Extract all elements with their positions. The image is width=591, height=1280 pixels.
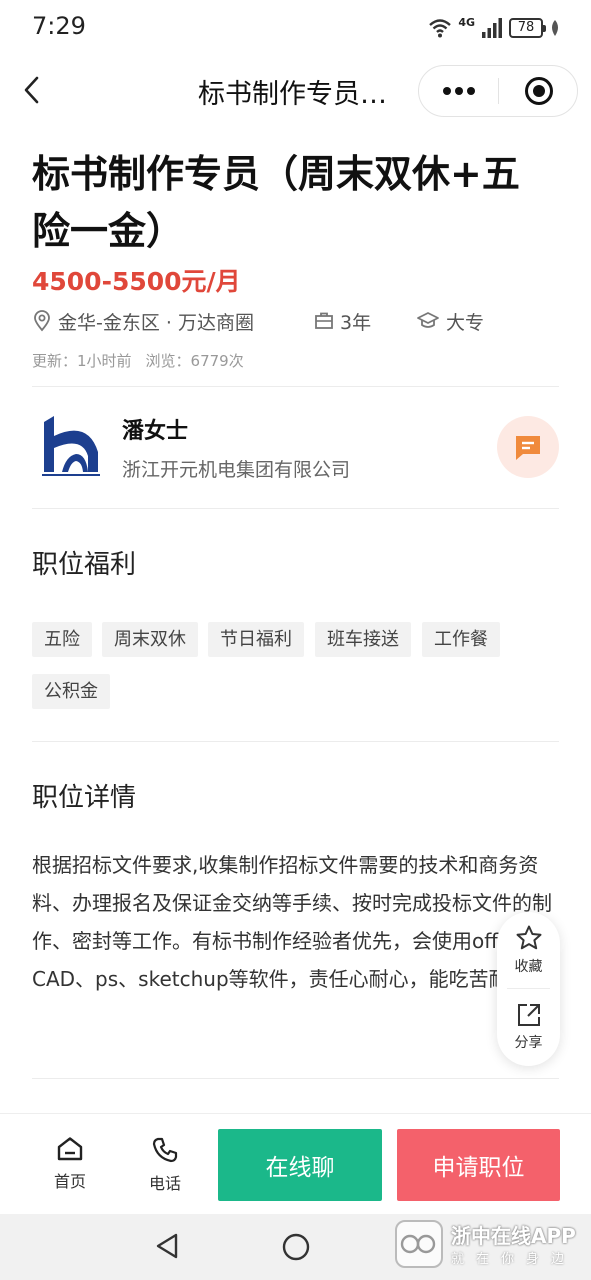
home-button[interactable]: 首页 (40, 1136, 100, 1192)
signal-icon (481, 17, 503, 39)
status-time: 7:29 (32, 12, 86, 40)
online-chat-button[interactable]: 在线聊 (218, 1129, 382, 1201)
system-nav-bar: 浙中在线APP 就在你身边 (0, 1214, 591, 1280)
share-button[interactable]: 分享 (497, 989, 560, 1065)
phone-button[interactable]: 电话 (135, 1136, 195, 1194)
chevron-left-icon (24, 76, 39, 104)
watermark-slogan: 就在你身边 (451, 1252, 577, 1267)
salary: 4500-5500元/月 (32, 267, 241, 296)
company-logo (36, 412, 104, 480)
leaf-icon (549, 19, 561, 37)
miniapp-capsule (418, 65, 578, 117)
system-home-button[interactable] (281, 1232, 311, 1266)
benefits-title: 职位福利 (32, 550, 137, 580)
job-experience: 3年 (314, 306, 371, 336)
circle-home-icon (282, 1233, 310, 1261)
education-text: 大专 (446, 311, 485, 334)
more-button[interactable] (419, 66, 499, 116)
benefit-tag: 工作餐 (422, 622, 500, 657)
experience-text: 3年 (340, 311, 372, 334)
divider (32, 1078, 559, 1079)
company-name[interactable]: 浙江开元机电集团有限公司 (122, 455, 350, 482)
share-icon (517, 1004, 540, 1026)
system-back-button[interactable] (152, 1231, 182, 1265)
benefit-tag: 班车接送 (315, 622, 411, 657)
location-text: 金华-金东区 · 万达商圈 (58, 311, 254, 334)
floating-actions: 收藏 分享 (497, 912, 560, 1066)
job-meta: 金华-金东区 · 万达商圈 3年 大专 (32, 306, 562, 336)
benefit-tag: 周末双休 (102, 622, 198, 657)
watermark-logo (395, 1220, 443, 1268)
job-education: 大专 (416, 306, 484, 336)
location-pin-icon (34, 310, 50, 332)
job-description: 根据招标文件要求,收集制作招标文件需要的技术和商务资料、办理报名及保证金交纳等手… (32, 853, 552, 991)
graduation-cap-icon (417, 312, 439, 328)
update-info: 更新：1小时前 浏览：6779次 (32, 350, 244, 371)
phone-icon (152, 1137, 178, 1163)
watermark: 浙中在线APP 就在你身边 (395, 1218, 585, 1276)
nav-title: 标书制作专员… (198, 79, 387, 110)
recruiter-name: 潘女士 (122, 419, 189, 444)
share-label: 分享 (514, 1035, 543, 1051)
title-bar: 标书制作专员… (0, 56, 591, 126)
benefit-tag: 公积金 (32, 674, 110, 709)
home-label: 首页 (53, 1172, 86, 1191)
briefcase-icon (315, 312, 333, 329)
status-icons: 4G 78 (428, 15, 561, 41)
divider (32, 508, 559, 509)
more-dots-icon (443, 87, 475, 95)
target-circle-icon (525, 77, 553, 105)
divider (32, 741, 559, 742)
bottom-action-bar: 首页 电话 在线聊 申请职位 (0, 1113, 591, 1214)
back-button[interactable] (12, 70, 52, 110)
capsule-divider (498, 78, 499, 104)
updated-text: 更新：1小时前 (32, 352, 132, 370)
views-text: 浏览：6779次 (145, 352, 244, 370)
chat-icon-button[interactable] (497, 416, 559, 478)
benefit-tag: 节日福利 (208, 622, 304, 657)
status-bar: 7:29 4G 78 (0, 0, 591, 56)
benefit-tag: 五险 (32, 622, 92, 657)
favorite-button[interactable]: 收藏 (497, 912, 560, 988)
job-title: 标书制作专员（周末双休+五险一金） (32, 152, 520, 253)
watermark-name: 浙中在线APP (451, 1224, 576, 1248)
phone-label: 电话 (148, 1174, 181, 1193)
home-icon (57, 1137, 83, 1161)
close-miniapp-button[interactable] (500, 66, 578, 116)
job-location: 金华-金东区 · 万达商圈 (32, 306, 254, 336)
apply-job-button[interactable]: 申请职位 (397, 1129, 560, 1201)
favorite-label: 收藏 (514, 959, 543, 975)
wifi-icon (428, 18, 452, 38)
details-title: 职位详情 (32, 783, 137, 813)
network-type: 4G (458, 15, 475, 29)
triangle-back-icon (156, 1233, 178, 1259)
message-icon (516, 436, 540, 460)
battery-icon: 78 (509, 18, 546, 38)
divider (32, 386, 559, 387)
star-icon (516, 925, 541, 950)
